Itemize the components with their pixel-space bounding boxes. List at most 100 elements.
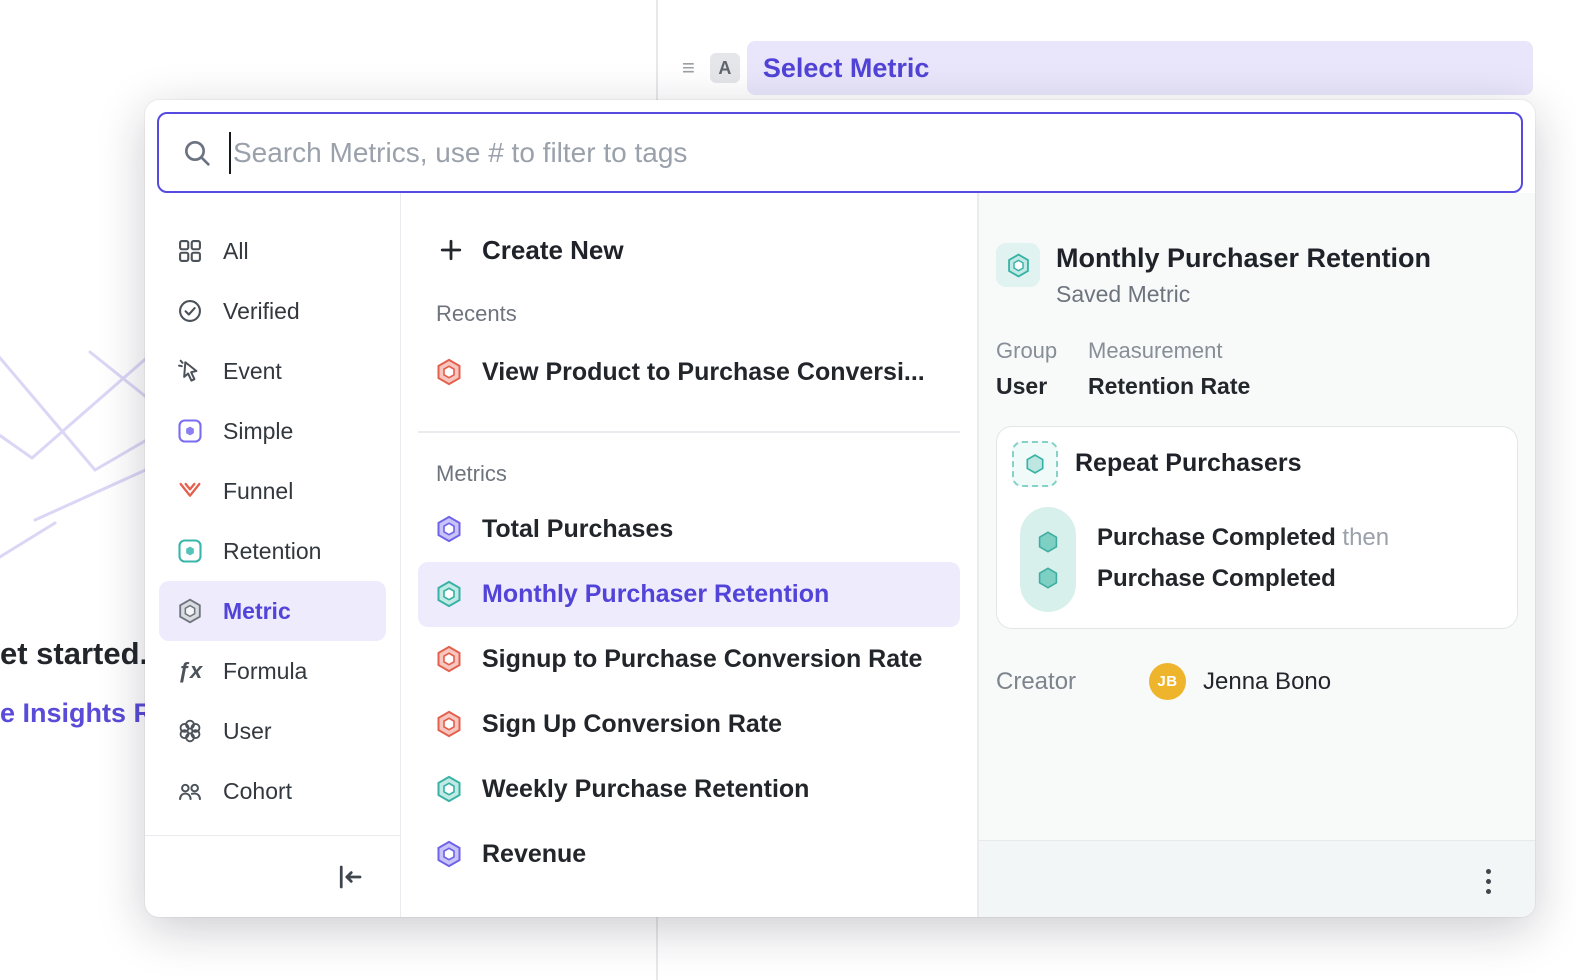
metric-item-signup-to-purchase-conversion-rate[interactable]: Signup to Purchase Conversion Rate: [418, 627, 960, 692]
sidebar-item-all[interactable]: All: [159, 221, 386, 281]
sidebar-item-label: Retention: [223, 538, 321, 565]
recents-section-header: Recents: [436, 301, 960, 327]
more-options-button[interactable]: [1484, 867, 1493, 896]
filter-sidebar: All Verified: [145, 193, 400, 917]
sidebar-item-label: All: [223, 238, 249, 265]
sidebar-item-label: Funnel: [223, 478, 293, 505]
red-hexagon-icon: [434, 709, 464, 739]
background-headline-fragment: et started.: [0, 636, 148, 672]
metric-item-label: Monthly Purchaser Retention: [482, 580, 829, 609]
metric-list-column: Create New Recents View Product to Purch…: [400, 193, 978, 917]
measurement-field: Measurement Retention Rate: [1088, 338, 1250, 400]
sidebar-item-label: Formula: [223, 658, 307, 685]
step-hexagon-icon: [1036, 566, 1060, 590]
modal-columns: All Verified: [145, 193, 1535, 917]
collapse-left-icon: [335, 862, 365, 892]
create-new-button[interactable]: Create New: [418, 227, 960, 273]
sidebar-item-cohort[interactable]: Cohort: [159, 761, 386, 821]
metric-selector-bar: ≡ A Select Metric: [682, 40, 1533, 96]
search-box[interactable]: [157, 112, 1523, 193]
sidebar-item-user[interactable]: User: [159, 701, 386, 761]
simple-icon: [175, 416, 205, 446]
search-input[interactable]: [233, 137, 1507, 169]
list-divider: [418, 431, 960, 433]
metric-picker-modal: All Verified: [145, 100, 1535, 917]
red-hexagon-icon: [434, 644, 464, 674]
funnel-steps-pill: [1020, 507, 1076, 612]
sidebar-item-label: Simple: [223, 418, 293, 445]
group-value: User: [996, 373, 1062, 400]
preview-footer: [979, 840, 1535, 917]
creator-avatar: JB: [1149, 663, 1186, 700]
metrics-section-header: Metrics: [436, 461, 960, 487]
group-label: Group: [996, 338, 1062, 364]
creator-label: Creator: [996, 668, 1149, 696]
formula-icon: ƒx: [175, 656, 205, 686]
teal-hexagon-icon: [434, 579, 464, 609]
group-field: Group User: [996, 338, 1062, 400]
metric-item-monthly-purchaser-retention[interactable]: Monthly Purchaser Retention: [418, 562, 960, 627]
step-connector: then: [1342, 524, 1389, 551]
sidebar-item-label: Event: [223, 358, 282, 385]
sidebar-item-label: Verified: [223, 298, 300, 325]
definition-title: Repeat Purchasers: [1075, 449, 1302, 478]
metric-item-label: Revenue: [482, 840, 586, 869]
definition-step-1: Purchase Completed then: [1097, 524, 1389, 552]
preview-metric-subtitle: Saved Metric: [1056, 281, 1431, 308]
metric-preview-panel: Monthly Purchaser Retention Saved Metric…: [978, 193, 1535, 917]
cohort-icon: [175, 776, 205, 806]
metric-item-label: Weekly Purchase Retention: [482, 775, 809, 804]
series-a-badge: A: [710, 53, 740, 83]
recent-metric-item[interactable]: View Product to Purchase Conversi...: [418, 337, 960, 407]
collapse-sidebar-button[interactable]: [328, 855, 372, 899]
create-new-label: Create New: [482, 235, 624, 266]
background-link-fragment[interactable]: e Insights Re: [0, 698, 168, 729]
step-hexagon-icon: [1036, 530, 1060, 554]
sidebar-item-simple[interactable]: Simple: [159, 401, 386, 461]
preview-title-block: Monthly Purchaser Retention Saved Metric: [1056, 243, 1431, 308]
creator-row: Creator JB Jenna Bono: [996, 663, 1518, 700]
select-metric-button[interactable]: Select Metric: [747, 41, 1533, 95]
page: et started. e Insights Re ≡ A Select Met…: [0, 0, 1576, 980]
select-metric-label: Select Metric: [763, 53, 930, 84]
metric-item-label: Signup to Purchase Conversion Rate: [482, 645, 922, 674]
preview-header: Monthly Purchaser Retention Saved Metric: [996, 243, 1518, 308]
verified-icon: [175, 296, 205, 326]
sidebar-item-label: User: [223, 718, 272, 745]
sidebar-item-verified[interactable]: Verified: [159, 281, 386, 341]
metric-item-revenue[interactable]: Revenue: [418, 822, 960, 887]
grid-icon: [175, 236, 205, 266]
step-event-name: Purchase Completed: [1097, 565, 1336, 592]
measurement-label: Measurement: [1088, 338, 1250, 364]
purple-hexagon-icon: [434, 514, 464, 544]
metric-item-label: View Product to Purchase Conversi...: [482, 358, 925, 387]
sidebar-item-metric[interactable]: Metric: [159, 581, 386, 641]
metric-item-total-purchases[interactable]: Total Purchases: [418, 497, 960, 562]
sidebar-item-formula[interactable]: ƒx Formula: [159, 641, 386, 701]
teal-hexagon-icon: [996, 243, 1040, 287]
metric-item-sign-up-conversion-rate[interactable]: Sign Up Conversion Rate: [418, 692, 960, 757]
metric-icon: [175, 596, 205, 626]
red-hexagon-icon: [434, 357, 464, 387]
metric-item-weekly-purchase-retention[interactable]: Weekly Purchase Retention: [418, 757, 960, 822]
preview-fields: Group User Measurement Retention Rate: [996, 338, 1518, 400]
sidebar-item-retention[interactable]: Retention: [159, 521, 386, 581]
plus-icon: [436, 235, 466, 265]
creator-name: Jenna Bono: [1203, 668, 1331, 696]
sidebar-item-event[interactable]: Event: [159, 341, 386, 401]
sidebar-item-funnel[interactable]: Funnel: [159, 461, 386, 521]
sidebar-item-label: Cohort: [223, 778, 292, 805]
preview-metric-title: Monthly Purchaser Retention: [1056, 243, 1431, 274]
behavior-hexagon-icon: [1012, 441, 1058, 487]
definition-step-2: Purchase Completed: [1097, 565, 1336, 593]
measurement-value: Retention Rate: [1088, 373, 1250, 400]
metric-item-label: Sign Up Conversion Rate: [482, 710, 782, 739]
metric-definition-card: Repeat Purchasers Purchase Completed the…: [996, 426, 1518, 629]
user-flower-icon: [175, 716, 205, 746]
purple-hexagon-icon: [434, 839, 464, 869]
funnel-icon: [175, 476, 205, 506]
retention-icon: [175, 536, 205, 566]
drag-handle-icon[interactable]: ≡: [682, 57, 695, 79]
step-event-name: Purchase Completed: [1097, 524, 1336, 551]
search-icon: [181, 137, 213, 169]
